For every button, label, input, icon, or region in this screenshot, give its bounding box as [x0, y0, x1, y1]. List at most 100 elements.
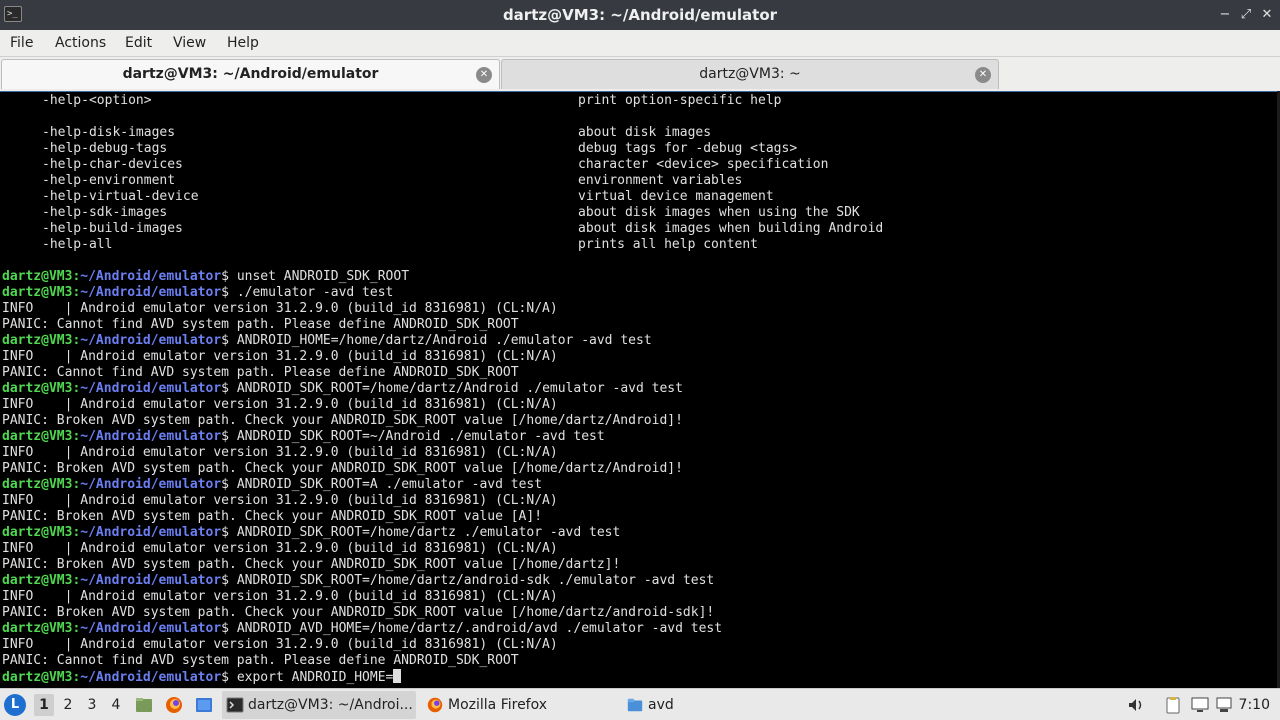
prompt-path: ~/Android/emulator — [80, 477, 222, 492]
prompt-user: dartz@VM3 — [2, 381, 73, 396]
help-option: -help-disk-images — [42, 125, 176, 140]
firefox-icon[interactable] — [164, 695, 184, 715]
help-line: -help-all prints all help content — [2, 237, 883, 253]
output-text: INFO | Android emulator version 31.2.9.0… — [2, 589, 558, 604]
menu-edit[interactable]: Edit — [125, 30, 152, 56]
command-line: dartz@VM3:~/Android/emulator$ ANDROID_SD… — [2, 477, 883, 493]
display-icon[interactable] — [1190, 695, 1210, 715]
minimize-icon[interactable]: − — [1216, 6, 1234, 24]
workspace-4[interactable]: 4 — [106, 694, 126, 716]
help-option: -help-environment — [42, 173, 176, 188]
help-line: -help-virtual-device virtual device manag… — [2, 189, 883, 205]
desktop-icon[interactable] — [194, 695, 214, 715]
help-line — [2, 109, 883, 125]
help-line: -help-disk-images about disk images — [2, 125, 883, 141]
help-option: -help-<option> — [42, 93, 152, 108]
window-titlebar[interactable]: >_ dartz@VM3: ~/Android/emulator − ⤢ ✕ — [0, 0, 1280, 30]
output-text: PANIC: Broken AVD system path. Check you… — [2, 509, 543, 524]
prompt-dollar: $ — [221, 525, 237, 540]
output-line: PANIC: Cannot find AVD system path. Plea… — [2, 653, 883, 669]
tab-home[interactable]: dartz@VM3: ~ ✕ — [501, 59, 999, 89]
output-text: INFO | Android emulator version 31.2.9.0… — [2, 397, 558, 412]
help-option: -help-sdk-images — [42, 205, 168, 220]
terminal-icon — [226, 697, 244, 713]
help-line: -help-char-devices character <device> spe… — [2, 157, 883, 173]
tab-label: dartz@VM3: ~ — [699, 66, 801, 82]
output-text: PANIC: Broken AVD system path. Check you… — [2, 413, 683, 428]
command-text: ANDROID_SDK_ROOT=/home/dartz/android-sdk… — [236, 573, 715, 588]
clipboard-icon[interactable] — [1163, 695, 1183, 715]
task-avd-folder[interactable]: avd — [622, 691, 742, 719]
menu-actions[interactable]: Actions — [55, 30, 106, 56]
clock[interactable]: 7:10 — [1239, 689, 1270, 720]
command-line: dartz@VM3:~/Android/emulator$ ANDROID_AV… — [2, 621, 883, 637]
menu-help[interactable]: Help — [227, 30, 259, 56]
menu-view[interactable]: View — [173, 30, 206, 56]
help-description: about disk images when building Android — [578, 221, 884, 236]
menu-bar: File Actions Edit View Help — [0, 30, 1280, 57]
tab-close-icon[interactable]: ✕ — [476, 67, 492, 83]
help-line: -help-debug-tags debug tags for -debug <t… — [2, 141, 883, 157]
output-line: INFO | Android emulator version 31.2.9.0… — [2, 589, 883, 605]
workspace-1[interactable]: 1 — [34, 694, 54, 716]
output-line: INFO | Android emulator version 31.2.9.0… — [2, 493, 883, 509]
output-text: INFO | Android emulator version 31.2.9.0… — [2, 493, 558, 508]
file-manager-icon[interactable] — [134, 695, 154, 715]
prompt-dollar: $ — [221, 621, 237, 636]
command-text: unset ANDROID_SDK_ROOT — [236, 269, 410, 284]
help-description: print option-specific help — [578, 93, 782, 108]
prompt-user: dartz@VM3 — [2, 670, 73, 685]
output-line: PANIC: Cannot find AVD system path. Plea… — [2, 365, 883, 381]
command-text: ANDROID_HOME=/home/dartz/Android ./emula… — [236, 333, 652, 348]
help-line — [2, 253, 883, 269]
help-line: -help-environment environment variables — [2, 173, 883, 189]
start-menu-icon[interactable]: L — [4, 694, 26, 716]
task-firefox[interactable]: Mozilla Firefox — [422, 691, 612, 719]
prompt-user: dartz@VM3 — [2, 573, 73, 588]
command-line: dartz@VM3:~/Android/emulator$ ANDROID_HO… — [2, 333, 883, 349]
prompt-path: ~/Android/emulator — [80, 285, 222, 300]
prompt-user: dartz@VM3 — [2, 269, 73, 284]
help-description: environment variables — [578, 173, 743, 188]
output-line: PANIC: Broken AVD system path. Check you… — [2, 605, 883, 621]
prompt-path: ~/Android/emulator — [80, 429, 222, 444]
command-text: ANDROID_SDK_ROOT=A ./emulator -avd test — [236, 477, 543, 492]
task-label: Mozilla Firefox — [448, 697, 548, 713]
help-option: -help-debug-tags — [42, 141, 168, 156]
output-text: PANIC: Broken AVD system path. Check you… — [2, 557, 621, 572]
output-text: PANIC: Cannot find AVD system path. Plea… — [2, 317, 519, 332]
network-icon[interactable] — [1214, 695, 1234, 715]
prompt-dollar: $ — [221, 573, 237, 588]
output-line: INFO | Android emulator version 31.2.9.0… — [2, 541, 883, 557]
workspace-2[interactable]: 2 — [58, 694, 78, 716]
prompt-user: dartz@VM3 — [2, 621, 73, 636]
menu-file[interactable]: File — [10, 30, 33, 56]
help-line: -help-sdk-images about disk images when u… — [2, 205, 883, 221]
taskbar: L 1 2 3 4 dartz@VM3: ~/Androi... Mozilla… — [0, 688, 1280, 720]
output-line: INFO | Android emulator version 31.2.9.0… — [2, 397, 883, 413]
tab-bar: dartz@VM3: ~/Android/emulator ✕ dartz@VM… — [0, 57, 1280, 91]
maximize-icon[interactable]: ⤢ — [1237, 6, 1255, 24]
output-line: PANIC: Broken AVD system path. Check you… — [2, 557, 883, 573]
task-terminal[interactable]: dartz@VM3: ~/Androi... — [222, 691, 416, 719]
tab-close-icon[interactable]: ✕ — [975, 67, 991, 83]
output-line: PANIC: Broken AVD system path. Check you… — [2, 413, 883, 429]
close-icon[interactable]: ✕ — [1258, 6, 1276, 24]
help-option: -help-build-images — [42, 221, 183, 236]
command-line: dartz@VM3:~/Android/emulator$ ANDROID_SD… — [2, 429, 883, 445]
terminal-output[interactable]: -help-<option> print option-specific help… — [0, 91, 1280, 688]
command-text: export ANDROID_HOME= — [236, 670, 394, 685]
tab-label: dartz@VM3: ~/Android/emulator — [122, 66, 379, 82]
command-text: ANDROID_SDK_ROOT=/home/dartz/Android ./e… — [236, 381, 683, 396]
prompt-path: ~/Android/emulator — [80, 525, 222, 540]
help-line: -help-<option> print option-specific help — [2, 93, 883, 109]
prompt-dollar: $ — [221, 285, 237, 300]
command-text: ANDROID_SDK_ROOT=/home/dartz ./emulator … — [236, 525, 621, 540]
command-line: dartz@VM3:~/Android/emulator$ unset ANDR… — [2, 269, 883, 285]
firefox-icon — [427, 697, 443, 713]
output-text: INFO | Android emulator version 31.2.9.0… — [2, 301, 558, 316]
command-text: ./emulator -avd test — [236, 285, 394, 300]
volume-icon[interactable] — [1126, 695, 1146, 715]
workspace-3[interactable]: 3 — [82, 694, 102, 716]
tab-android-emulator[interactable]: dartz@VM3: ~/Android/emulator ✕ — [1, 59, 500, 89]
